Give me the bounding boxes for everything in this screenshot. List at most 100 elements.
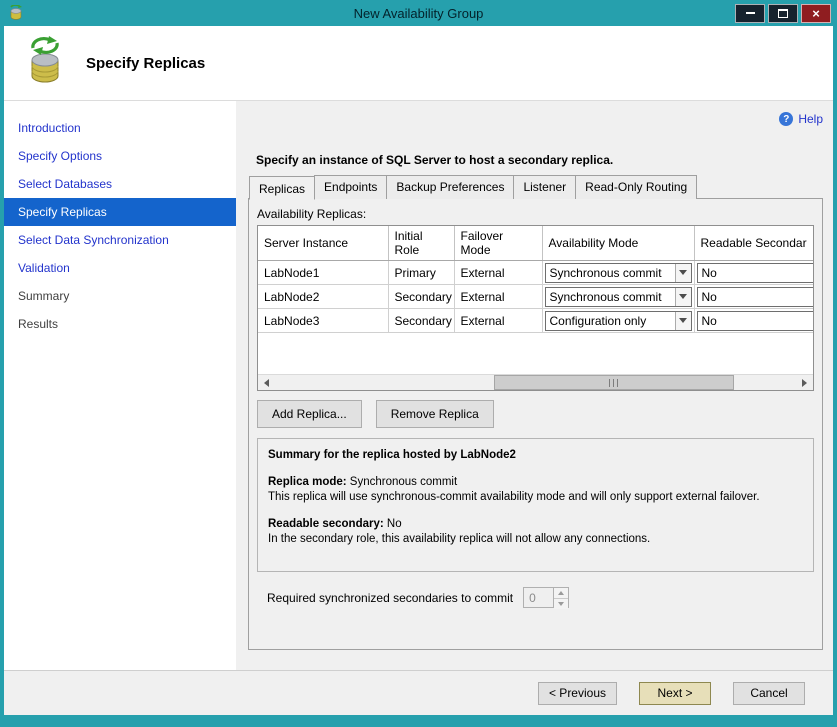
table-row-labnode2[interactable]: LabNode2 Secondary External Synchronous … <box>258 285 814 309</box>
required-secondaries-spinner: 0 <box>523 587 569 608</box>
add-replica-button[interactable]: Add Replica... <box>257 400 362 428</box>
chevron-down-icon[interactable] <box>675 264 691 282</box>
readable-secondary-dropdown[interactable]: No <box>697 311 815 331</box>
cell-failover-mode: External <box>455 263 542 283</box>
table-row-labnode1[interactable]: LabNode1 Primary External Synchronous co… <box>258 261 814 285</box>
chevron-down-icon[interactable] <box>675 288 691 306</box>
sidebar-item-validation[interactable]: Validation <box>4 254 236 282</box>
scroll-left-arrow[interactable] <box>258 375 274 390</box>
maximize-button[interactable] <box>768 4 798 23</box>
availability-mode-value: Configuration only <box>546 312 675 330</box>
remove-replica-button[interactable]: Remove Replica <box>376 400 494 428</box>
header-row: Server Instance Initial Role Failover Mo… <box>258 226 814 261</box>
table-row-labnode3[interactable]: LabNode3 Secondary External Configuratio… <box>258 309 814 333</box>
replica-mode-value: Synchronous commit <box>347 476 458 488</box>
cell-failover-mode: External <box>455 287 542 307</box>
close-button[interactable]: × <box>801 4 831 23</box>
readable-secondary-summary-value: No <box>384 518 402 530</box>
grid-label: Availability Replicas: <box>257 207 814 221</box>
column-header-initial-role[interactable]: Initial Role <box>388 226 454 261</box>
replica-mode-line: Replica mode: Synchronous commit <box>268 475 803 491</box>
cell-server-instance: LabNode2 <box>258 287 388 307</box>
wizard-header: Specify Replicas <box>4 26 833 101</box>
readable-secondary-label: Readable secondary: <box>268 518 384 530</box>
cell-initial-role: Primary <box>389 263 454 283</box>
sidebar-item-select-data-synchronization[interactable]: Select Data Synchronization <box>4 226 236 254</box>
sidebar-item-specify-options[interactable]: Specify Options <box>4 142 236 170</box>
scroll-right-arrow[interactable] <box>797 375 813 390</box>
column-header-readable-secondary[interactable]: Readable Secondar <box>694 226 814 261</box>
availability-replicas-table: Server Instance Initial Role Failover Mo… <box>258 226 814 333</box>
title-bar[interactable]: New Availability Group × <box>4 0 833 26</box>
sidebar-item-specify-replicas[interactable]: Specify Replicas <box>4 198 236 226</box>
tab-strip: Replicas Endpoints Backup Preferences Li… <box>248 175 823 199</box>
readable-secondary-dropdown[interactable]: No <box>697 287 815 307</box>
previous-button[interactable]: < Previous <box>538 682 617 705</box>
readable-secondary-value: No <box>698 312 815 330</box>
availability-mode-dropdown[interactable]: Configuration only <box>545 311 692 331</box>
column-header-failover-mode[interactable]: Failover Mode <box>454 226 542 261</box>
wizard-footer: < Previous Next > Cancel <box>4 670 833 715</box>
replica-mode-label: Replica mode: <box>268 476 347 488</box>
availability-mode-dropdown[interactable]: Synchronous commit <box>545 287 692 307</box>
readable-secondary-dropdown[interactable]: No <box>697 263 815 283</box>
spinner-down-icon <box>554 599 568 609</box>
replica-summary-box: Summary for the replica hosted by LabNod… <box>257 438 814 572</box>
sidebar-item-summary: Summary <box>4 282 236 310</box>
availability-mode-value: Synchronous commit <box>546 288 675 306</box>
availability-mode-value: Synchronous commit <box>546 264 675 282</box>
instruction-text: Specify an instance of SQL Server to hos… <box>256 153 823 167</box>
spinner-buttons <box>553 588 568 607</box>
wizard-steps-sidebar: Introduction Specify Options Select Data… <box>4 101 236 670</box>
main-panel: ? Help Specify an instance of SQL Server… <box>236 101 833 670</box>
window-title: New Availability Group <box>4 6 833 21</box>
tab-read-only-routing[interactable]: Read-Only Routing <box>575 175 697 199</box>
chevron-down-icon[interactable] <box>675 312 691 330</box>
cell-server-instance: LabNode1 <box>258 263 388 283</box>
tab-backup-preferences[interactable]: Backup Preferences <box>386 175 514 199</box>
availability-replicas-grid: Server Instance Initial Role Failover Mo… <box>257 225 814 391</box>
availability-mode-dropdown[interactable]: Synchronous commit <box>545 263 692 283</box>
help-icon: ? <box>779 112 793 126</box>
help-row: ? Help <box>248 111 823 127</box>
maximize-icon <box>778 9 788 18</box>
spinner-up-icon <box>554 588 568 599</box>
horizontal-scrollbar[interactable] <box>258 374 813 390</box>
grid-buttons: Add Replica... Remove Replica <box>257 400 814 428</box>
cell-initial-role: Secondary <box>389 311 454 331</box>
sidebar-item-select-databases[interactable]: Select Databases <box>4 170 236 198</box>
availability-group-icon <box>20 36 70 91</box>
page-title: Specify Replicas <box>86 55 205 72</box>
minimize-icon <box>746 12 755 14</box>
cell-failover-mode: External <box>455 311 542 331</box>
tab-endpoints[interactable]: Endpoints <box>314 175 387 199</box>
sidebar-item-introduction[interactable]: Introduction <box>4 114 236 142</box>
readable-secondary-value: No <box>698 264 815 282</box>
cell-server-instance: LabNode3 <box>258 311 388 331</box>
column-header-availability-mode[interactable]: Availability Mode <box>542 226 694 261</box>
replica-mode-description: This replica will use synchronous-commit… <box>268 490 803 506</box>
column-header-server-instance[interactable]: Server Instance <box>258 226 388 261</box>
wizard-body: Introduction Specify Options Select Data… <box>4 101 833 670</box>
scrollbar-thumb[interactable] <box>494 375 735 390</box>
quorum-label: Required synchronized secondaries to com… <box>267 591 513 605</box>
window-controls: × <box>735 4 833 23</box>
quorum-row: Required synchronized secondaries to com… <box>257 587 814 608</box>
scrollbar-track[interactable] <box>274 375 797 390</box>
help-link[interactable]: Help <box>798 112 823 126</box>
spinner-value: 0 <box>524 588 553 607</box>
gripper-icon <box>609 379 618 387</box>
new-availability-group-window: New Availability Group × S <box>0 0 837 727</box>
tab-replicas[interactable]: Replicas <box>249 176 315 200</box>
summary-title: Summary for the replica hosted by LabNod… <box>268 448 803 464</box>
tab-listener[interactable]: Listener <box>513 175 576 199</box>
cancel-button[interactable]: Cancel <box>733 682 805 705</box>
sidebar-item-results: Results <box>4 310 236 338</box>
dialog-content: Specify Replicas Introduction Specify Op… <box>4 26 833 715</box>
minimize-button[interactable] <box>735 4 765 23</box>
readable-secondary-line: Readable secondary: No <box>268 517 803 533</box>
cell-initial-role: Secondary <box>389 287 454 307</box>
readable-secondary-value: No <box>698 288 815 306</box>
readable-secondary-description: In the secondary role, this availability… <box>268 532 803 548</box>
next-button[interactable]: Next > <box>639 682 711 705</box>
